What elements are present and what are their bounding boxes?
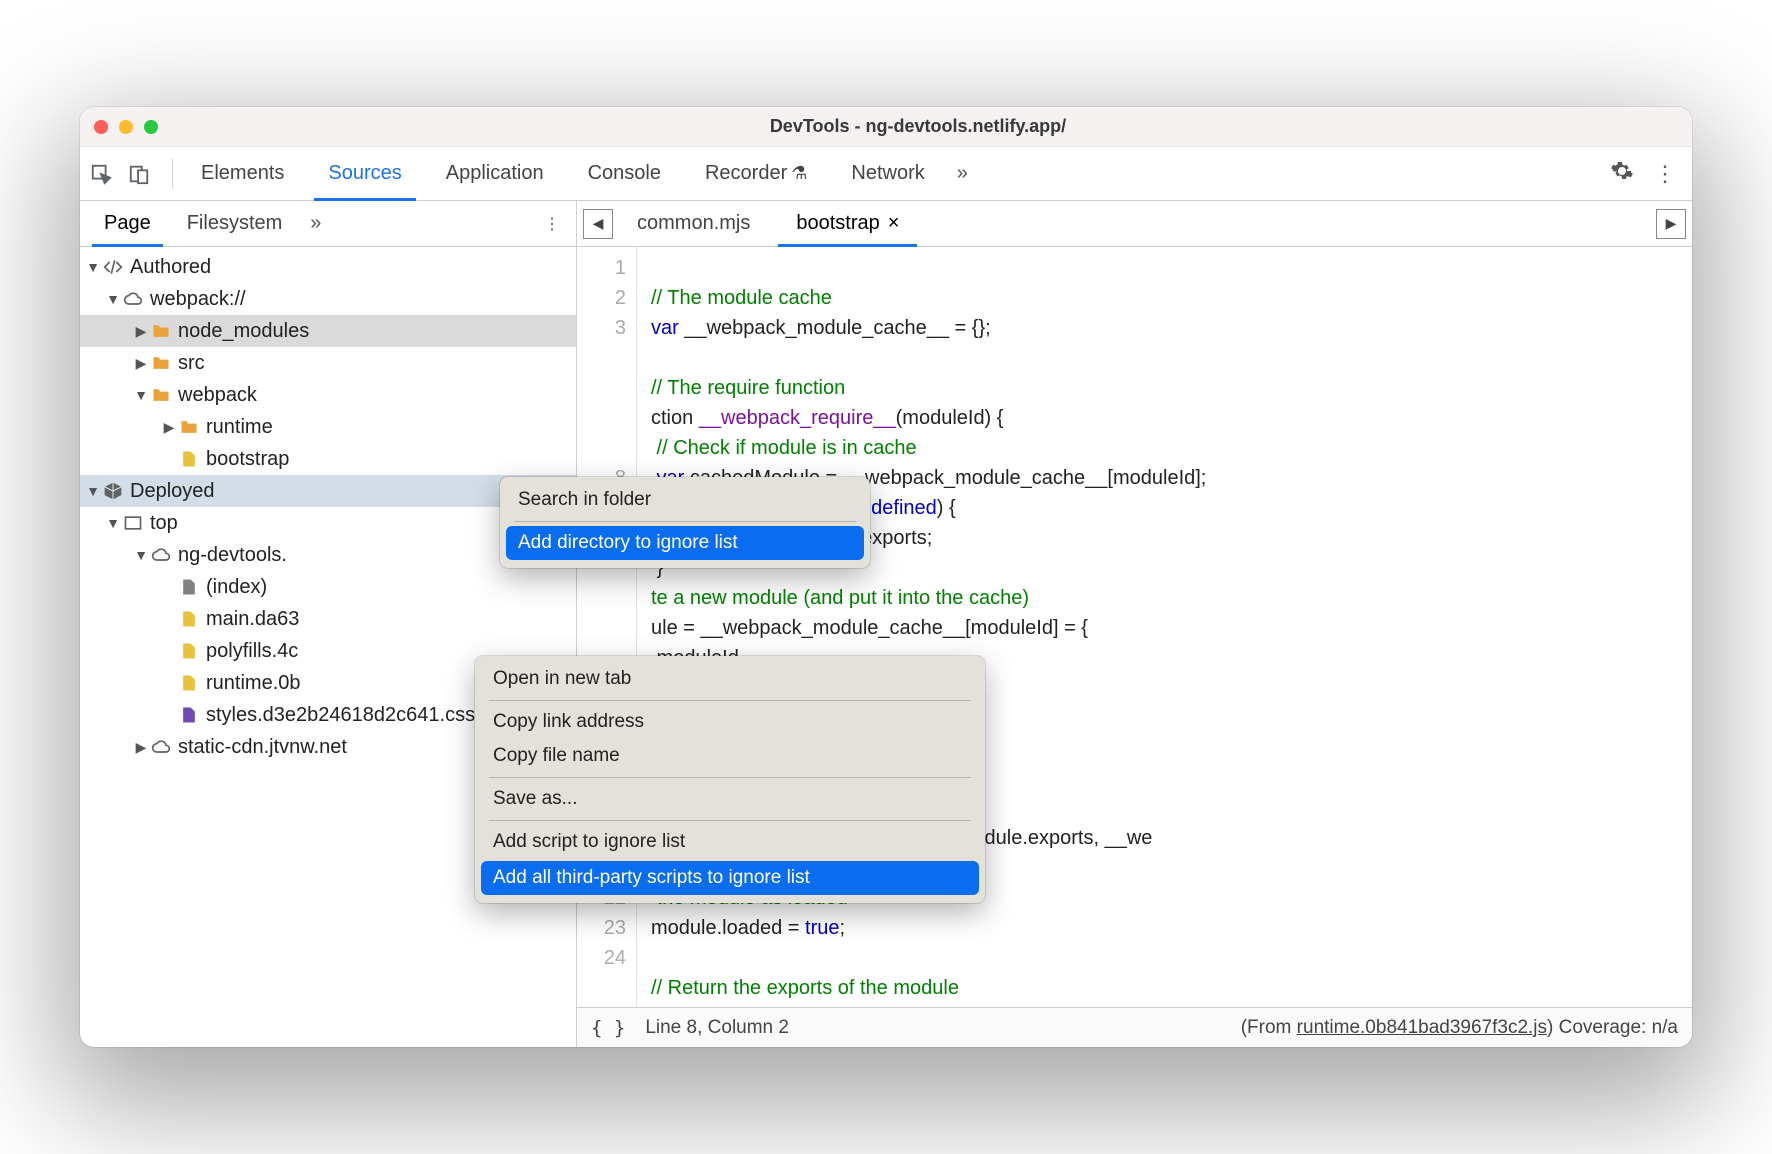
navigator-pane: Page Filesystem » ⋮ ▼ Authored ▼ webpack… xyxy=(80,201,577,1047)
minimize-window-button[interactable] xyxy=(119,120,133,134)
frame-icon xyxy=(122,512,144,534)
menu-save-as[interactable]: Save as... xyxy=(475,782,985,816)
folder-icon xyxy=(150,320,172,342)
folder-icon xyxy=(178,416,200,438)
menu-open-new-tab[interactable]: Open in new tab xyxy=(475,662,985,696)
tab-network[interactable]: Network xyxy=(829,147,946,200)
file-icon xyxy=(178,672,200,694)
nav-forward-icon[interactable]: ▶ xyxy=(1656,209,1686,239)
editor-tab-bootstrap[interactable]: bootstrap × xyxy=(774,201,921,246)
device-toggle-icon[interactable] xyxy=(128,163,150,185)
tree-row-bootstrap[interactable]: bootstrap xyxy=(80,443,576,475)
tree-file-main[interactable]: main.da63 xyxy=(80,603,576,635)
cloud-icon xyxy=(122,288,144,310)
tree-webpack-root: webpack:// xyxy=(150,288,246,311)
source-origin: (From runtime.0b841bad3967f3c2.js) Cover… xyxy=(1241,1017,1678,1039)
menu-add-script-ignore[interactable]: Add script to ignore list xyxy=(475,825,985,859)
tab-sources[interactable]: Sources xyxy=(306,147,423,200)
tree-row-src[interactable]: ▶ src xyxy=(80,347,576,379)
menu-copy-filename[interactable]: Copy file name xyxy=(475,739,985,773)
deployed-icon xyxy=(102,480,124,502)
devtools-window: DevTools - ng-devtools.netlify.app/ Elem… xyxy=(80,107,1692,1047)
cloud-icon xyxy=(150,736,172,758)
navigator-more-icon[interactable]: ⋮ xyxy=(534,201,570,246)
window-title: DevTools - ng-devtools.netlify.app/ xyxy=(158,116,1678,137)
tab-elements[interactable]: Elements xyxy=(179,147,306,200)
cursor-position: Line 8, Column 2 xyxy=(645,1017,789,1039)
folder-icon xyxy=(150,352,172,374)
tree-row-webpack[interactable]: ▼ webpack xyxy=(80,379,576,411)
menu-add-directory-ignore[interactable]: Add directory to ignore list xyxy=(506,526,864,560)
flask-icon: ⚗ xyxy=(791,163,807,184)
file-icon xyxy=(178,448,200,470)
nav-back-icon[interactable]: ◀ xyxy=(583,209,613,239)
folder-icon xyxy=(150,384,172,406)
navigator-tabs-overflow[interactable]: » xyxy=(300,201,331,246)
navigator-tab-page[interactable]: Page xyxy=(86,201,169,246)
status-bar: { } Line 8, Column 2 (From runtime.0b841… xyxy=(577,1007,1692,1047)
pretty-print-icon[interactable]: { } xyxy=(591,1017,625,1039)
main-toolbar: Elements Sources Application Console Rec… xyxy=(80,147,1692,201)
editor-pane: ◀ common.mjs bootstrap × ▶ 123 8910 2223… xyxy=(577,201,1692,1047)
file-icon xyxy=(178,576,200,598)
editor-tab-common[interactable]: common.mjs xyxy=(615,201,772,246)
close-tab-icon[interactable]: × xyxy=(888,212,900,235)
file-icon xyxy=(178,608,200,630)
cloud-icon xyxy=(150,544,172,566)
tree-row-runtime[interactable]: ▶ runtime xyxy=(80,411,576,443)
window-controls xyxy=(94,120,158,134)
context-menu-file: Open in new tab Copy link address Copy f… xyxy=(475,656,985,903)
menu-copy-link[interactable]: Copy link address xyxy=(475,705,985,739)
tab-application[interactable]: Application xyxy=(424,147,566,200)
settings-icon[interactable] xyxy=(1610,159,1634,188)
file-tree[interactable]: ▼ Authored ▼ webpack:// ▶ node_modules ▶… xyxy=(80,247,576,1047)
titlebar: DevTools - ng-devtools.netlify.app/ xyxy=(80,107,1692,147)
menu-add-all-third-party-ignore[interactable]: Add all third-party scripts to ignore li… xyxy=(481,861,979,895)
tabs-overflow[interactable]: » xyxy=(947,147,978,200)
code-icon xyxy=(102,256,124,278)
close-window-button[interactable] xyxy=(94,120,108,134)
context-menu-folder: Search in folder Add directory to ignore… xyxy=(500,477,870,568)
tab-console[interactable]: Console xyxy=(566,147,683,200)
inspect-icon[interactable] xyxy=(90,163,112,185)
navigator-tab-filesystem[interactable]: Filesystem xyxy=(169,201,301,246)
file-icon xyxy=(178,640,200,662)
menu-search-in-folder[interactable]: Search in folder xyxy=(500,483,870,517)
tree-row-node-modules[interactable]: ▶ node_modules xyxy=(80,315,576,347)
file-icon xyxy=(178,704,200,726)
tree-file-index[interactable]: (index) xyxy=(80,571,576,603)
tree-authored: Authored xyxy=(130,256,211,279)
tab-recorder[interactable]: Recorder ⚗ xyxy=(683,147,829,200)
zoom-window-button[interactable] xyxy=(144,120,158,134)
